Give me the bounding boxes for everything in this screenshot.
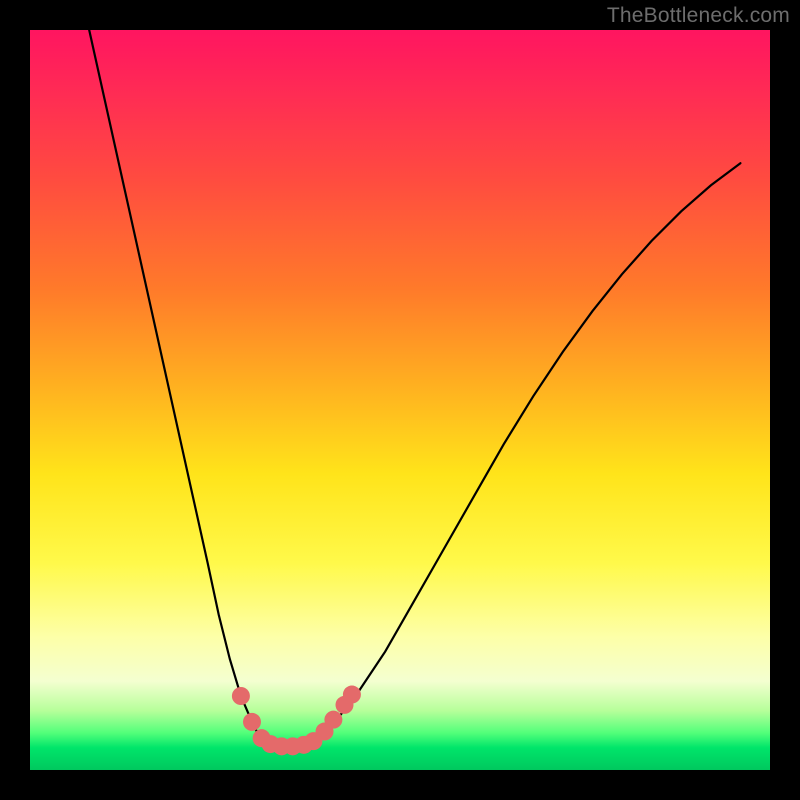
watermark-text: TheBottleneck.com bbox=[607, 4, 790, 28]
left-arm-path bbox=[89, 30, 267, 744]
chart-stage: TheBottleneck.com bbox=[0, 0, 800, 800]
marker-dot bbox=[232, 687, 250, 705]
series-lines bbox=[89, 30, 740, 746]
marker-dot bbox=[243, 713, 261, 731]
marker-dots bbox=[232, 686, 361, 756]
marker-dot bbox=[343, 686, 361, 704]
plot-area bbox=[30, 30, 770, 770]
right-arm-path bbox=[311, 163, 740, 744]
curve-layer bbox=[30, 30, 770, 770]
marker-dot bbox=[324, 711, 342, 729]
